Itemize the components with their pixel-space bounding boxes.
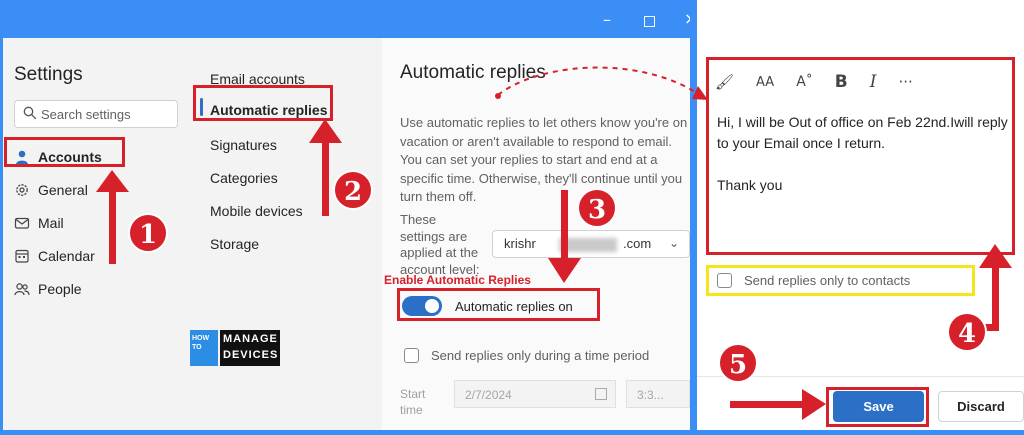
logo-manage: MANAGE [223,333,278,345]
automatic-replies-pane: Automatic replies Use automatic replies … [382,38,690,430]
nav-label: Mail [38,215,64,231]
start-date-value: 2/7/2024 [465,388,512,402]
maximize-icon[interactable] [644,16,655,27]
menu-item-categories[interactable]: Categories [210,170,278,186]
logo-how-to: HOW TO [192,335,210,351]
search-input[interactable] [41,105,173,123]
minimize-icon[interactable]: – [603,10,611,29]
search-box[interactable] [14,100,178,128]
enable-automatic-replies-callout: Enable Automatic Replies [384,273,531,287]
step-5-badge: 5 [718,343,758,383]
highlight-contacts-option [706,265,975,296]
menu-item-mobile-devices[interactable]: Mobile devices [210,203,303,219]
how-to-manage-devices-logo: HOW TO MANAGE DEVICES [190,330,280,366]
applied-label: These settings are applied at the accoun… [400,212,480,277]
start-time-label: Start time [400,387,426,417]
account-select[interactable]: krishr .com ⌄ [492,230,690,258]
calendar-icon [595,388,607,400]
title-bar: – × [3,6,690,38]
start-date-field[interactable]: 2/7/2024 [454,380,616,408]
account-value-end: .com [623,236,652,251]
redacted-email [559,238,617,252]
calendar-icon [15,249,29,263]
highlight-save [826,387,929,427]
start-time-field[interactable]: 3:3... [626,380,690,408]
nav-label: Calendar [38,248,95,264]
start-time-value: 3:3... [637,388,664,402]
gear-icon [16,184,28,196]
nav-label: People [38,281,82,297]
nav-item-people[interactable]: People [14,276,174,302]
search-icon [23,106,37,120]
settings-title: Settings [14,64,83,85]
account-value-start: krishr [504,236,536,251]
highlight-message-editor [706,57,1015,255]
nav-label: General [38,182,88,198]
close-icon[interactable]: × [684,9,690,28]
discard-button[interactable]: Discard [938,391,1024,422]
people-icon [14,283,30,296]
highlight-toggle [397,288,600,321]
pane-description: Use automatic replies to let others know… [400,115,688,204]
menu-item-signatures[interactable]: Signatures [210,137,277,153]
time-period-checkbox[interactable] [404,348,419,363]
step-4-badge: 4 [947,312,987,352]
pane-title: Automatic replies [400,62,546,83]
logo-devices: DEVICES [223,349,279,361]
mail-icon [14,217,30,229]
step-1-badge: 1 [128,213,168,253]
time-period-option[interactable]: Send replies only during a time period [404,348,649,363]
step-3-badge: 3 [577,188,617,228]
highlight-automatic-replies [193,85,333,121]
highlight-accounts [4,137,125,167]
step-2-badge: 2 [333,170,373,210]
nav-item-general[interactable]: General [14,177,174,203]
chevron-down-icon: ⌄ [668,236,679,250]
time-period-label: Send replies only during a time period [431,348,650,363]
menu-item-storage[interactable]: Storage [210,236,259,252]
